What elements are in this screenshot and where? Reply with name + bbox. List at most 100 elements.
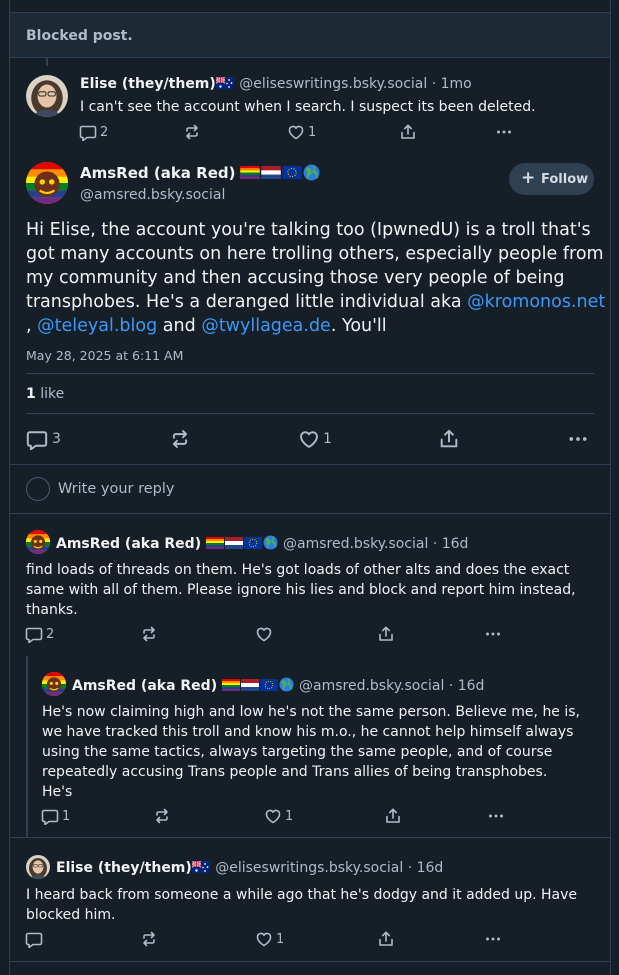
like-icon[interactable] <box>255 625 273 643</box>
post-text-line: repeatedly accusing Trans people and Tra… <box>42 764 548 780</box>
avatar[interactable] <box>26 530 50 554</box>
divider <box>26 413 594 414</box>
post-text-line: , <box>26 316 32 336</box>
author-handle[interactable]: @eliseswritings.bsky.social <box>215 860 403 876</box>
post-text: He's now claiming high and low he's not … <box>42 702 580 802</box>
australia-flag-icon <box>215 77 234 89</box>
author-name[interactable]: AmsRed (aka Red) <box>80 164 235 182</box>
more-icon[interactable] <box>484 625 502 643</box>
author-name[interactable]: AmsRed (aka Red) <box>72 678 217 694</box>
author-name[interactable]: Elise (they/them) <box>56 860 192 876</box>
reply-count: 2 <box>46 627 55 642</box>
reply-count: 3 <box>52 431 61 447</box>
composer-avatar <box>26 477 50 501</box>
blocked-post-label: Blocked post. <box>26 28 133 44</box>
reply-icon[interactable] <box>26 428 48 450</box>
post-date[interactable]: May 28, 2025 at 6:11 AM <box>26 348 183 363</box>
share-icon[interactable] <box>399 123 417 141</box>
more-icon[interactable] <box>495 123 513 141</box>
repost-icon[interactable] <box>140 930 158 948</box>
eu-flag-icon <box>259 679 278 691</box>
avatar[interactable] <box>26 855 50 879</box>
reply-icon[interactable] <box>25 930 43 948</box>
share-icon[interactable] <box>384 807 402 825</box>
post-time: · 16d <box>407 860 444 876</box>
reply-icon[interactable] <box>41 807 59 825</box>
repost-icon[interactable] <box>169 428 191 450</box>
reply-icon[interactable] <box>79 123 97 141</box>
post-time: · 16d <box>448 678 485 694</box>
like-icon[interactable] <box>287 123 305 141</box>
like-summary-count: 1 <box>26 386 36 402</box>
thread-connector <box>46 58 48 66</box>
avatar[interactable] <box>42 672 66 696</box>
like-count: 1 <box>276 932 285 947</box>
reply-count: 1 <box>62 809 71 824</box>
author-handle[interactable]: @amsred.bsky.social <box>80 187 225 203</box>
like-count: 1 <box>323 431 332 447</box>
share-icon[interactable] <box>377 930 395 948</box>
post-text-line: thanks. <box>26 602 78 618</box>
post-text-line: same with all of them. Please ignore his… <box>26 582 576 598</box>
mention-link[interactable]: @kromonos.net <box>467 292 605 312</box>
more-icon[interactable] <box>484 930 502 948</box>
more-icon[interactable] <box>567 428 589 450</box>
netherlands-flag-icon <box>224 537 243 549</box>
reply-icon[interactable] <box>25 625 43 643</box>
divider <box>10 837 610 838</box>
divider <box>26 373 594 374</box>
more-icon[interactable] <box>487 807 505 825</box>
mention-link[interactable]: @teleyal.blog <box>37 316 157 336</box>
nested-thread-line <box>26 656 28 837</box>
repost-icon[interactable] <box>140 625 158 643</box>
share-icon[interactable] <box>438 428 460 450</box>
share-icon[interactable] <box>377 625 395 643</box>
author-name[interactable]: Elise (they/them) <box>80 76 216 92</box>
netherlands-flag-icon <box>261 166 281 179</box>
divider <box>10 464 610 465</box>
australia-flag-icon <box>191 861 210 873</box>
like-count: 1 <box>308 125 317 140</box>
post-text-line: using the same tactics, always targeting… <box>42 744 553 760</box>
like-summary-label: like <box>40 386 65 402</box>
post-text-line: He's <box>42 784 73 800</box>
pride-flag-icon <box>221 679 240 691</box>
mention-link[interactable]: @twyllagea.de <box>201 316 331 336</box>
reply-input[interactable]: Write your reply <box>58 481 174 497</box>
follow-button[interactable]: + Follow <box>509 163 594 195</box>
avatar[interactable] <box>26 162 68 204</box>
like-icon[interactable] <box>264 807 282 825</box>
netherlands-flag-icon <box>240 679 259 691</box>
post-text-line: find loads of threads on them. He's got … <box>26 562 570 578</box>
author-handle[interactable]: @amsred.bsky.social <box>283 536 428 552</box>
follow-label: Follow <box>541 172 589 187</box>
post-time: · 1mo <box>431 76 472 92</box>
author-name[interactable]: AmsRed (aka Red) <box>56 536 201 552</box>
globe-icon <box>278 677 294 692</box>
repost-icon[interactable] <box>183 123 201 141</box>
like-icon[interactable] <box>255 930 273 948</box>
repost-icon[interactable] <box>153 807 171 825</box>
post-time: · 16d <box>432 536 469 552</box>
post-text-line: . You'll <box>330 316 387 336</box>
author-handle[interactable]: @amsred.bsky.social <box>299 678 444 694</box>
post-text-line: He's now claiming high and low he's not … <box>42 704 581 720</box>
author-handle[interactable]: @eliseswritings.bsky.social <box>239 76 427 92</box>
like-summary[interactable]: 1 like <box>26 386 64 402</box>
like-icon[interactable] <box>298 428 320 450</box>
main-author: AmsRed (aka Red) <box>80 164 321 182</box>
plus-icon: + <box>521 168 536 188</box>
pride-flag-icon <box>205 537 224 549</box>
post-text: I heard back from someone a while ago th… <box>26 885 577 925</box>
eu-flag-icon <box>282 166 303 179</box>
post-text-line: I heard back from someone a while ago th… <box>26 887 578 903</box>
post-text-line: my community and then accusing those ver… <box>26 268 565 288</box>
avatar[interactable] <box>26 75 68 117</box>
post-text-line: got many accounts on here trolling other… <box>26 244 604 264</box>
blocked-post-banner[interactable]: Blocked post. <box>10 12 610 58</box>
post-header: AmsRed (aka Red) @amsred.bsky.social · 1… <box>72 677 484 694</box>
globe-icon <box>303 164 321 181</box>
post-text: find loads of threads on them. He's got … <box>26 560 576 620</box>
pride-flag-icon <box>240 166 260 179</box>
reply-count: 2 <box>100 125 109 140</box>
